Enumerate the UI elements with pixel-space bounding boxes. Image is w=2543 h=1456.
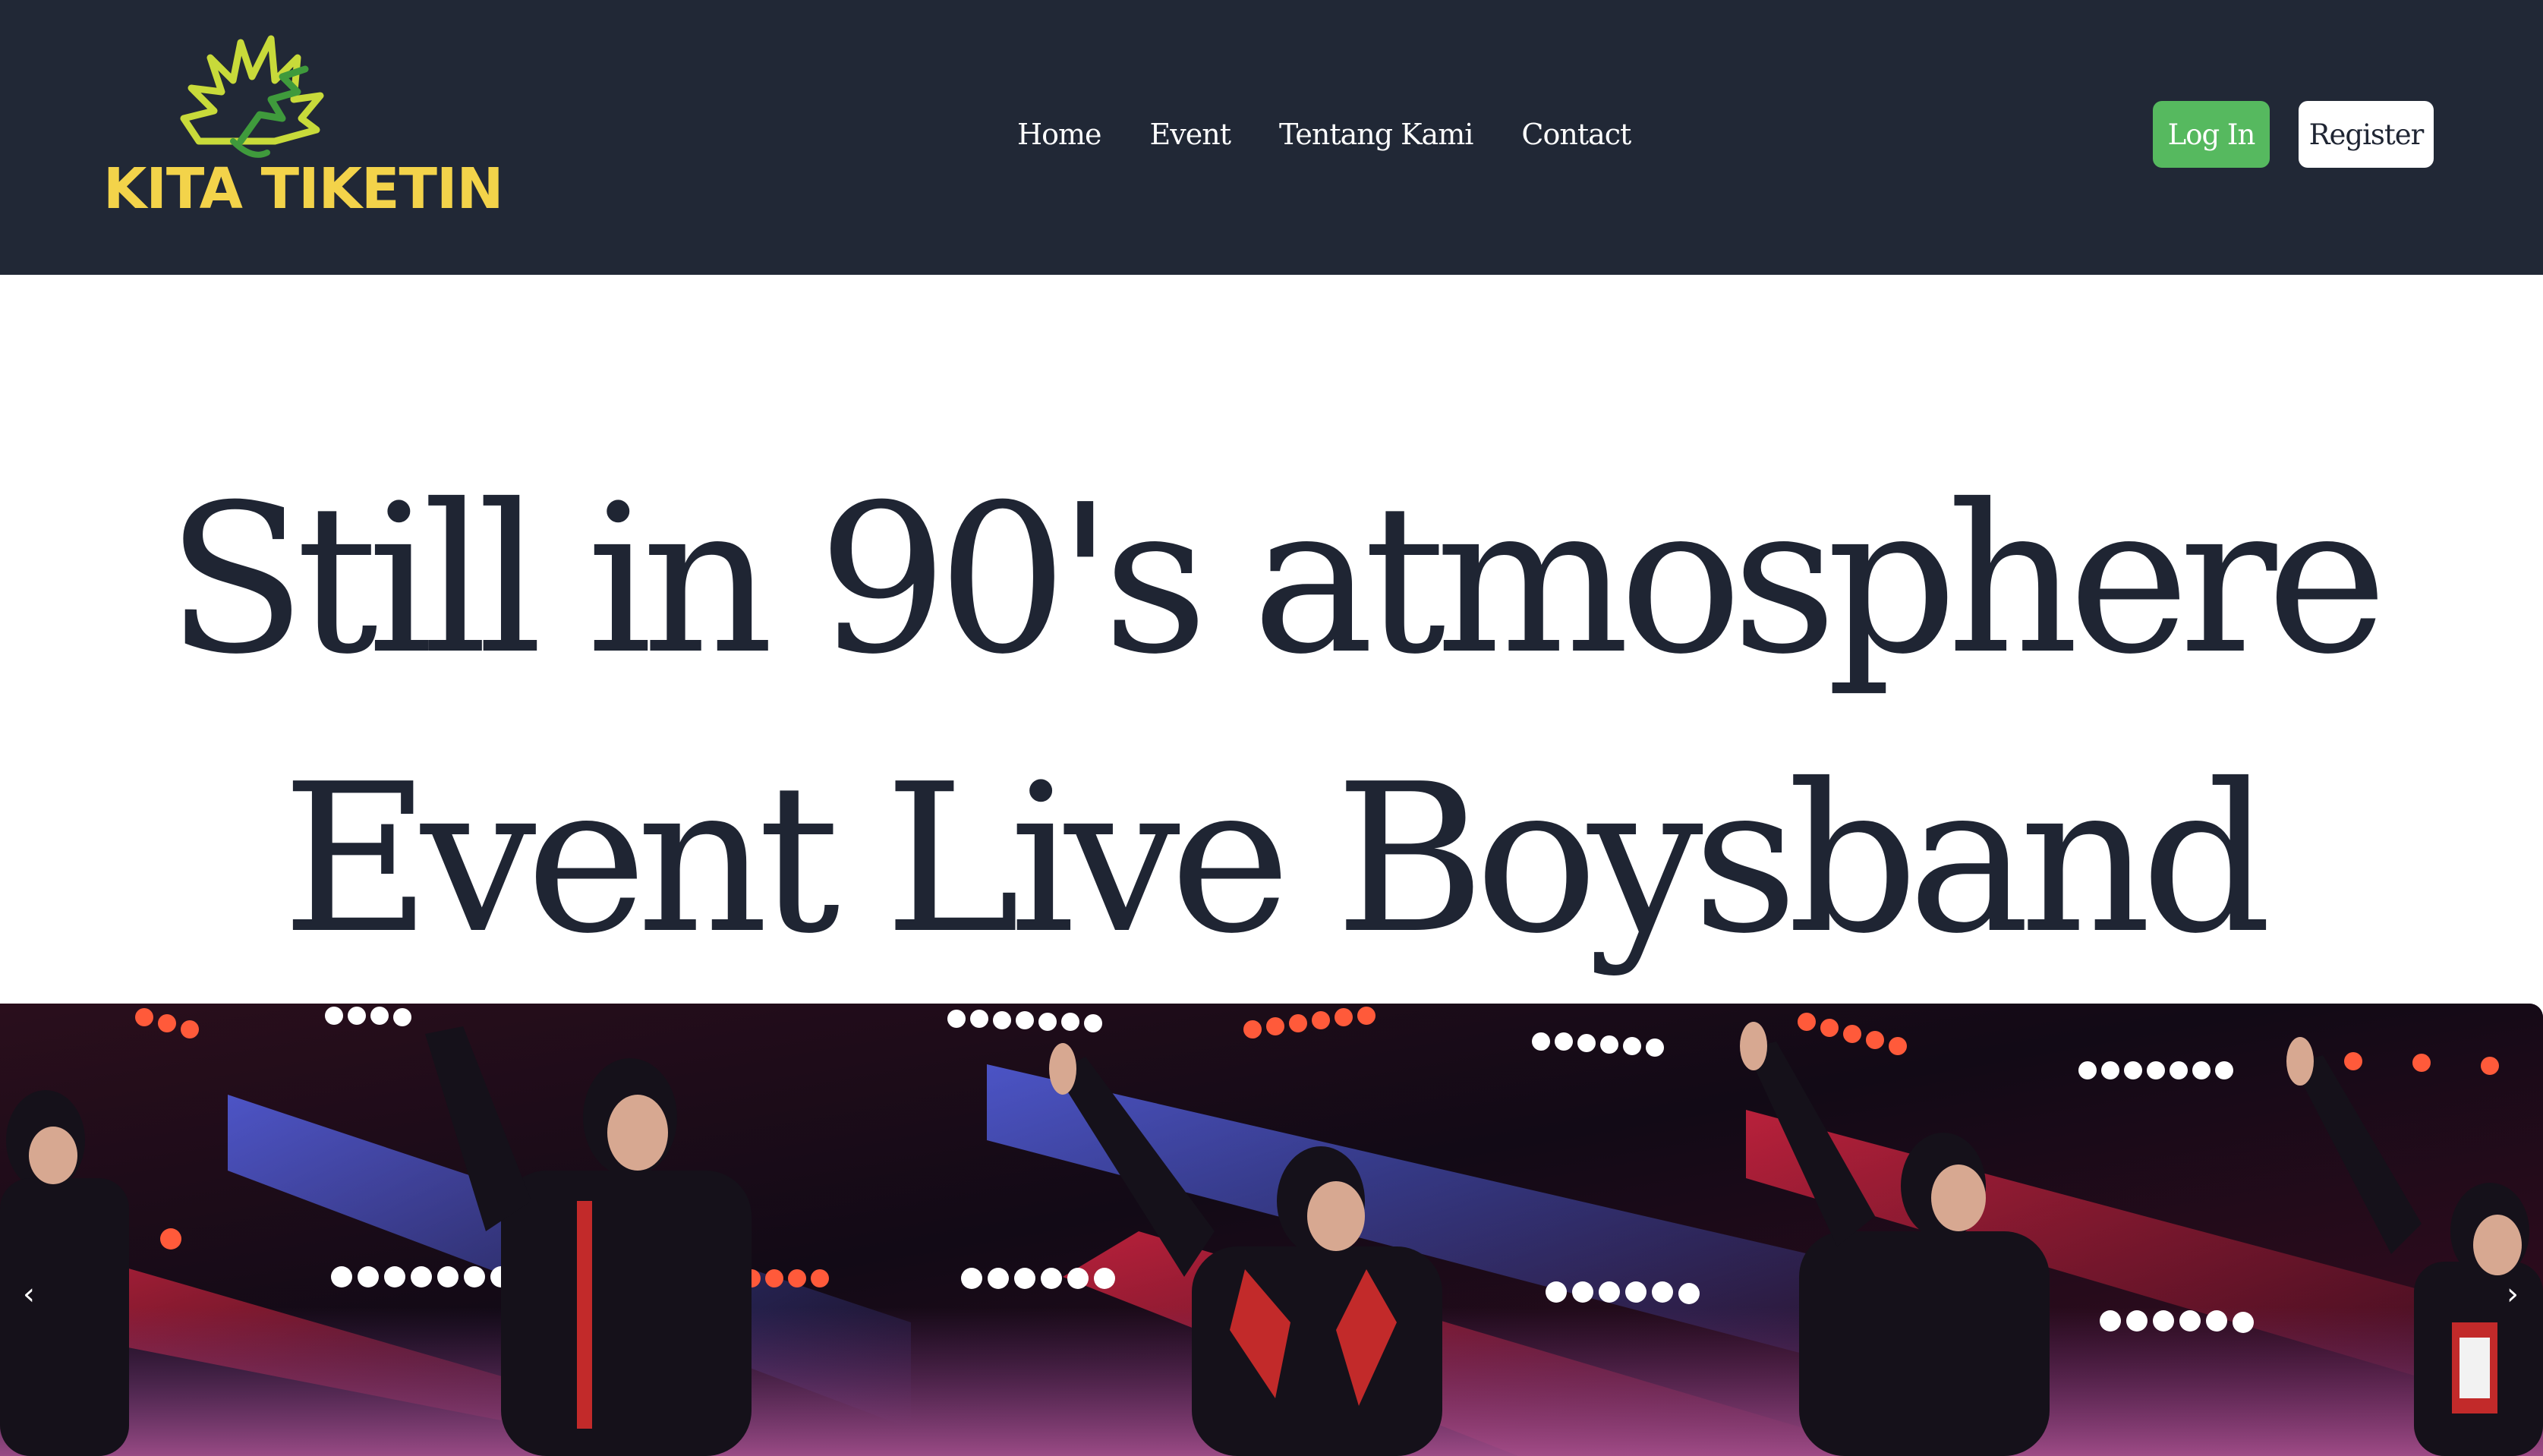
register-button[interactable]: Register	[2299, 101, 2434, 168]
nav-item-tentang-kami[interactable]: Tentang Kami	[1279, 118, 1473, 151]
logo[interactable]: KITA TIKETIN	[103, 27, 504, 225]
concert-photo	[0, 1004, 2543, 1456]
site-header: KITA TIKETIN Home Event Tentang Kami Con…	[0, 0, 2543, 275]
hero-title: Still in 90's atmosphere Event Live Boys…	[0, 440, 2543, 999]
nav-item-contact[interactable]: Contact	[1521, 118, 1631, 151]
event-carousel[interactable]	[0, 1004, 2543, 1456]
nav-item-home[interactable]: Home	[1017, 118, 1102, 151]
hero-title-line-1: Still in 90's atmosphere	[165, 460, 2388, 699]
maple-leaf-logo-icon	[180, 35, 324, 158]
logo-text: KITA TIKETIN	[103, 156, 504, 222]
login-button[interactable]: Log In	[2153, 101, 2270, 168]
hero-title-line-2: Event Live Boysband	[281, 739, 2272, 979]
chevron-right-icon[interactable]: ›	[2497, 1275, 2528, 1313]
main-nav: Home Event Tentang Kami Contact	[1017, 111, 1631, 158]
nav-item-event[interactable]: Event	[1150, 118, 1231, 151]
chevron-left-icon[interactable]: ‹	[14, 1275, 44, 1313]
